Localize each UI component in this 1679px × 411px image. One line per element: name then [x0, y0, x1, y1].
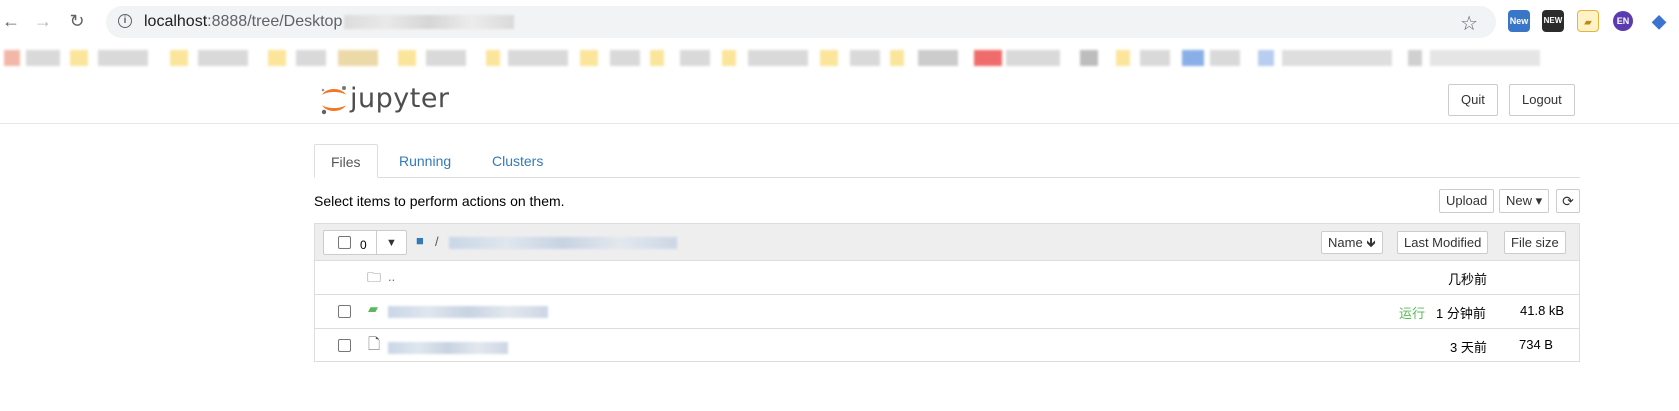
row-checkbox[interactable] [338, 339, 351, 352]
bookmark-star-icon[interactable]: ☆ [1460, 11, 1478, 36]
reload-icon[interactable]: ↻ [66, 10, 88, 32]
url-host: localhost [144, 13, 208, 30]
list-item-notebook[interactable]: ▰ 运行 1 分钟前 41.8 kB [315, 294, 1579, 329]
new-badge-extension-icon[interactable]: NEW [1542, 10, 1564, 32]
site-info-icon[interactable]: i [118, 14, 132, 28]
quit-button[interactable]: Quit [1448, 84, 1498, 116]
file-name-link[interactable] [388, 342, 508, 354]
tab-clusters[interactable]: Clusters [476, 144, 559, 178]
tab-bar: Files Running Clusters [314, 144, 1580, 178]
upload-button[interactable]: Upload [1439, 189, 1495, 213]
file-icon: 🗋 [368, 336, 381, 353]
url-text: localhost:8888/tree/Desktop [144, 13, 515, 31]
jupyter-header: jupyter Quit Logout [0, 74, 1679, 124]
notebook-icon: ▰ [368, 301, 378, 316]
url-redacted [344, 14, 515, 29]
folder-icon[interactable]: ■ [416, 233, 424, 248]
list-item-file[interactable]: 🗋 3 天前 734 B [315, 328, 1579, 362]
notebook-name-link[interactable] [388, 306, 548, 318]
sort-by-name-button[interactable]: Name 🡻 [1321, 231, 1383, 254]
select-dropdown-icon[interactable]: ▼ [386, 232, 397, 254]
new-extension-icon[interactable]: New [1508, 10, 1530, 32]
modified-time: 1 分钟前 [1436, 306, 1486, 321]
select-all-checkbox[interactable] [338, 236, 351, 249]
graduation-cap-icon[interactable]: ◆ [1648, 10, 1670, 32]
bookmarks-bar [0, 47, 1679, 71]
modified-time: 3 天前 [1450, 340, 1487, 355]
selection-hint: Select items to perform actions on them. [314, 193, 565, 209]
browser-chrome: ← → ↻ i localhost:8888/tree/Desktop ☆ Ne… [0, 0, 1679, 74]
breadcrumb-separator: / [435, 234, 439, 249]
jupyter-logo-icon [321, 86, 346, 115]
parent-folder-link[interactable]: .. [388, 269, 395, 284]
file-list-header: 0 ▼ ■ / Name 🡻 Last Modified File size [315, 224, 1579, 261]
list-item-parent-folder[interactable]: 🗀 .. 几秒前 [315, 260, 1579, 295]
jupyter-logo-text: jupyter [350, 83, 450, 114]
url-path: :8888/tree/Desktop [207, 13, 343, 30]
file-list: 0 ▼ ■ / Name 🡻 Last Modified File size 🗀… [314, 223, 1580, 362]
row-checkbox[interactable] [338, 305, 351, 318]
select-all-control: 0 ▼ [323, 230, 407, 255]
folder-outline-icon: 🗀 [367, 269, 381, 285]
address-bar[interactable]: i localhost:8888/tree/Desktop ☆ [106, 6, 1496, 38]
logout-button[interactable]: Logout [1509, 84, 1575, 116]
tab-files[interactable]: Files [314, 144, 378, 178]
new-dropdown-button[interactable]: New ▾ [1499, 189, 1550, 213]
breadcrumb-path[interactable] [449, 237, 677, 249]
modified-time: 几秒前 [1448, 272, 1488, 287]
selected-count: 0 [360, 238, 367, 252]
forward-icon[interactable]: → [32, 10, 54, 32]
sort-arrow-down-icon: 🡻 [1366, 235, 1376, 250]
sort-by-modified-button[interactable]: Last Modified [1397, 231, 1489, 254]
file-size: 734 B [1519, 337, 1553, 352]
tab-running[interactable]: Running [383, 144, 467, 178]
sort-by-size-button[interactable]: File size [1504, 231, 1566, 254]
profile-avatar-icon[interactable]: EN [1613, 11, 1633, 31]
running-status: 运行 [1399, 306, 1426, 321]
back-icon[interactable]: ← [0, 10, 22, 32]
refresh-icon[interactable]: ⟳ [1556, 189, 1580, 213]
file-size: 41.8 kB [1520, 303, 1565, 318]
note-extension-icon[interactable]: ▰ [1577, 10, 1599, 32]
sort-name-label: Name [1328, 235, 1363, 250]
